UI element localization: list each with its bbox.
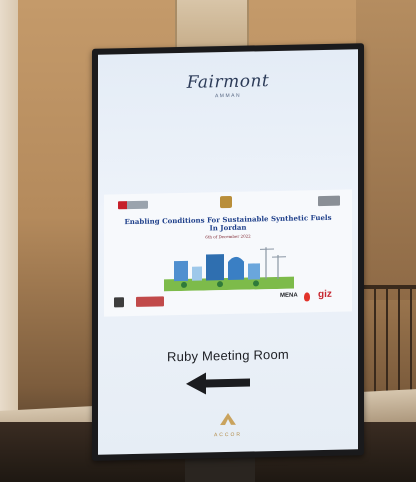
sponsor-logo-row: [104, 193, 352, 212]
digital-signage-monitor: Fairmont AMMAN Enabling Conditions For S…: [92, 43, 364, 461]
accor-mark-icon: [220, 413, 236, 426]
partner-logo-giz: giz: [318, 288, 332, 301]
arrow-left-icon: [186, 372, 250, 395]
photo-scene: Fairmont AMMAN Enabling Conditions For S…: [0, 0, 416, 482]
accor-brand-name: ACCOR: [213, 431, 243, 439]
partner-logo-flame: [304, 292, 310, 302]
sponsor-logo-left: [118, 200, 148, 210]
accor-logo: ACCOR: [98, 409, 358, 440]
partner-logo-2: [136, 296, 164, 307]
partner-logo-row: MENA giz: [104, 287, 352, 312]
partner-logo-mena: MENA: [280, 292, 298, 299]
hotel-logo: Fairmont AMMAN: [98, 69, 358, 101]
sponsor-logo-right: [318, 195, 340, 207]
crest-logo: [220, 195, 232, 209]
room-name: Ruby Meeting Room: [167, 346, 289, 365]
signage-screen: Fairmont AMMAN Enabling Conditions For S…: [98, 49, 358, 455]
wall-right: [356, 0, 416, 300]
partner-logo-shield: [114, 297, 124, 308]
event-banner: Enabling Conditions For Sustainable Synt…: [104, 189, 352, 317]
city-energy-illustration: [164, 247, 294, 292]
